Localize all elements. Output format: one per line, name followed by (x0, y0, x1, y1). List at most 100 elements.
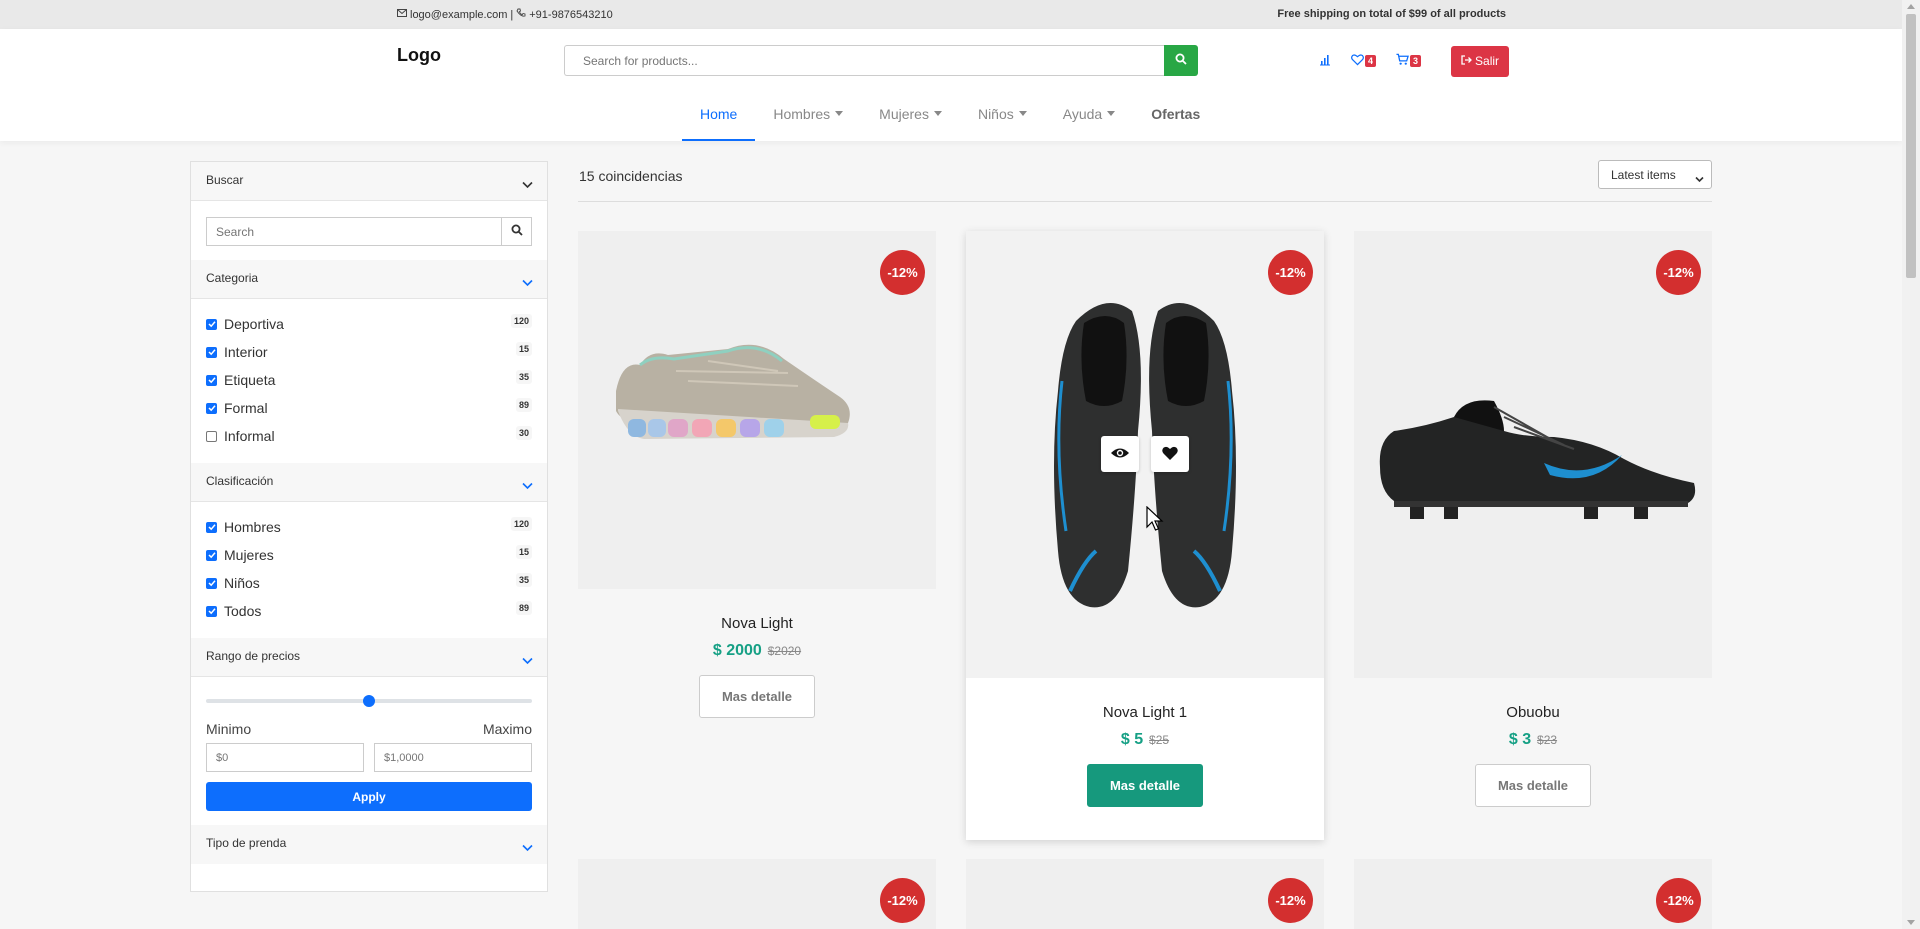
more-details-button[interactable]: Mas detalle (1087, 764, 1203, 807)
scroll-down-icon[interactable] (1907, 920, 1915, 925)
quick-view-button[interactable] (1101, 436, 1139, 472)
logout-button[interactable]: Salir (1451, 45, 1510, 77)
filter-option-label[interactable]: Hombres (224, 519, 281, 535)
nav-ayuda[interactable]: Ayuda (1045, 106, 1133, 141)
filter-option-label[interactable]: Etiqueta (224, 372, 275, 388)
nav-ninos-label: Niños (977, 106, 1014, 122)
max-price-input[interactable] (374, 743, 532, 772)
filter-search-header[interactable]: Buscar (191, 162, 547, 201)
product-image[interactable]: -12% (1354, 859, 1712, 929)
classification-list: Hombres 120 Mujeres 15 Niños 35 Todos 89 (191, 502, 547, 638)
filter-option-label[interactable]: Mujeres (224, 547, 274, 563)
heart-icon (1351, 53, 1364, 69)
filter-option[interactable]: Etiqueta 35 (206, 366, 532, 394)
filter-option-label[interactable]: Niños (224, 575, 260, 591)
nav-home[interactable]: Home (682, 106, 756, 141)
discount-badge: -12% (1268, 878, 1313, 923)
filter-option[interactable]: Informal 30 (206, 422, 532, 450)
product-image[interactable]: -12% (578, 859, 936, 929)
checkbox-checked[interactable] (206, 521, 217, 533)
product-actions: Mas detalle (1354, 764, 1712, 807)
min-price-input[interactable] (206, 743, 364, 772)
header-actions: 4 3 Salir (1318, 45, 1510, 77)
product-card[interactable]: -12% Nova Light $ 2000 $2020 Mas detalle (578, 231, 936, 718)
checkbox-checked[interactable] (206, 577, 217, 589)
nav-ayuda-label: Ayuda (1062, 106, 1103, 122)
product-search-input[interactable] (564, 45, 1164, 76)
page-scrollbar[interactable] (1902, 0, 1920, 929)
scrollbar-thumb[interactable] (1906, 14, 1916, 278)
filter-option-label[interactable]: Todos (224, 603, 261, 619)
product-card[interactable]: -12% Nova Light 1 $ 5 $25 Mas detalle (966, 231, 1324, 840)
filter-search-button[interactable] (501, 217, 532, 246)
contact-phone[interactable]: +91-9876543210 (529, 9, 613, 21)
filter-option[interactable]: Interior 15 (206, 338, 532, 366)
chevron-down-icon (522, 276, 533, 290)
garment-type-header[interactable]: Tipo de prenda (191, 825, 547, 864)
product-old-price: $25 (1149, 733, 1170, 747)
contact-email[interactable]: logo@example.com (410, 9, 507, 21)
product-name[interactable]: Nova Light 1 (966, 704, 1324, 721)
football-boot-image (1379, 400, 1696, 519)
checkbox-checked[interactable] (206, 402, 217, 414)
product-actions: Mas detalle (966, 764, 1324, 807)
price-slider-handle[interactable] (363, 695, 375, 707)
wishlist-button[interactable]: 4 (1351, 53, 1377, 69)
product-image[interactable]: -12% (1354, 231, 1712, 678)
search-icon (511, 224, 523, 239)
product-image[interactable]: -12% (966, 859, 1324, 929)
filter-option[interactable]: Mujeres 15 (206, 541, 532, 569)
product-card[interactable]: -12% (1354, 859, 1712, 929)
filter-option-label[interactable]: Interior (224, 344, 268, 360)
checkbox-checked[interactable] (206, 549, 217, 561)
sort-select[interactable]: Latest items (1598, 160, 1712, 189)
classification-header[interactable]: Clasificación (191, 463, 547, 502)
site-logo[interactable]: Logo (397, 45, 441, 66)
filter-option-label[interactable]: Deportiva (224, 316, 284, 332)
product-image[interactable]: -12% (578, 231, 936, 589)
filter-option[interactable]: Niños 35 (206, 569, 532, 597)
compare-button[interactable] (1318, 53, 1331, 69)
filter-option[interactable]: Hombres 120 (206, 513, 532, 541)
cart-button[interactable]: 3 (1396, 53, 1422, 69)
contact-separator: | (510, 8, 514, 21)
nav-ninos[interactable]: Niños (960, 106, 1045, 141)
product-current-price: $ 2000 (712, 642, 762, 659)
category-header[interactable]: Categoria (191, 260, 547, 299)
product-card[interactable]: -12% (578, 859, 936, 929)
contact-info: logo@example.com | +91-9876543210 (397, 8, 613, 21)
product-search-button[interactable] (1164, 45, 1198, 76)
nav-mujeres[interactable]: Mujeres (861, 106, 960, 141)
checkbox-checked[interactable] (206, 318, 217, 330)
filter-search-input[interactable] (206, 217, 501, 246)
checkbox-checked[interactable] (206, 374, 217, 386)
filter-option-label[interactable]: Formal (224, 400, 268, 416)
checkbox-unchecked[interactable] (206, 430, 217, 442)
apply-price-button[interactable]: Apply (206, 782, 532, 811)
product-name[interactable]: Obuobu (1354, 704, 1712, 721)
price-range-header[interactable]: Rango de precios (191, 638, 547, 677)
filter-option-label[interactable]: Informal (224, 428, 275, 444)
add-to-wishlist-button[interactable] (1151, 436, 1189, 472)
product-search (564, 45, 1198, 76)
nav-ofertas[interactable]: Ofertas (1133, 106, 1218, 141)
nav-hombres[interactable]: Hombres (755, 106, 861, 141)
product-price: $ 3 $23 (1354, 731, 1712, 749)
product-card[interactable]: -12% (966, 859, 1324, 929)
filter-option[interactable]: Deportiva 120 (206, 310, 532, 338)
more-details-button[interactable]: Mas detalle (699, 675, 815, 718)
more-details-button[interactable]: Mas detalle (1475, 764, 1591, 807)
filter-option[interactable]: Formal 89 (206, 394, 532, 422)
product-image[interactable]: -12% (966, 231, 1324, 678)
checkbox-checked[interactable] (206, 605, 217, 617)
discount-badge: -12% (1656, 878, 1701, 923)
filter-option[interactable]: Todos 89 (206, 597, 532, 625)
filter-option-count: 120 (510, 314, 532, 328)
scroll-up-icon[interactable] (1907, 4, 1915, 9)
chevron-down-icon (522, 841, 533, 855)
discount-badge: -12% (1656, 250, 1701, 295)
product-name[interactable]: Nova Light (578, 615, 936, 632)
product-card[interactable]: -12% Obuobu $ 3 $23 Mas detalle (1354, 231, 1712, 807)
price-slider[interactable] (206, 695, 532, 707)
checkbox-checked[interactable] (206, 346, 217, 358)
